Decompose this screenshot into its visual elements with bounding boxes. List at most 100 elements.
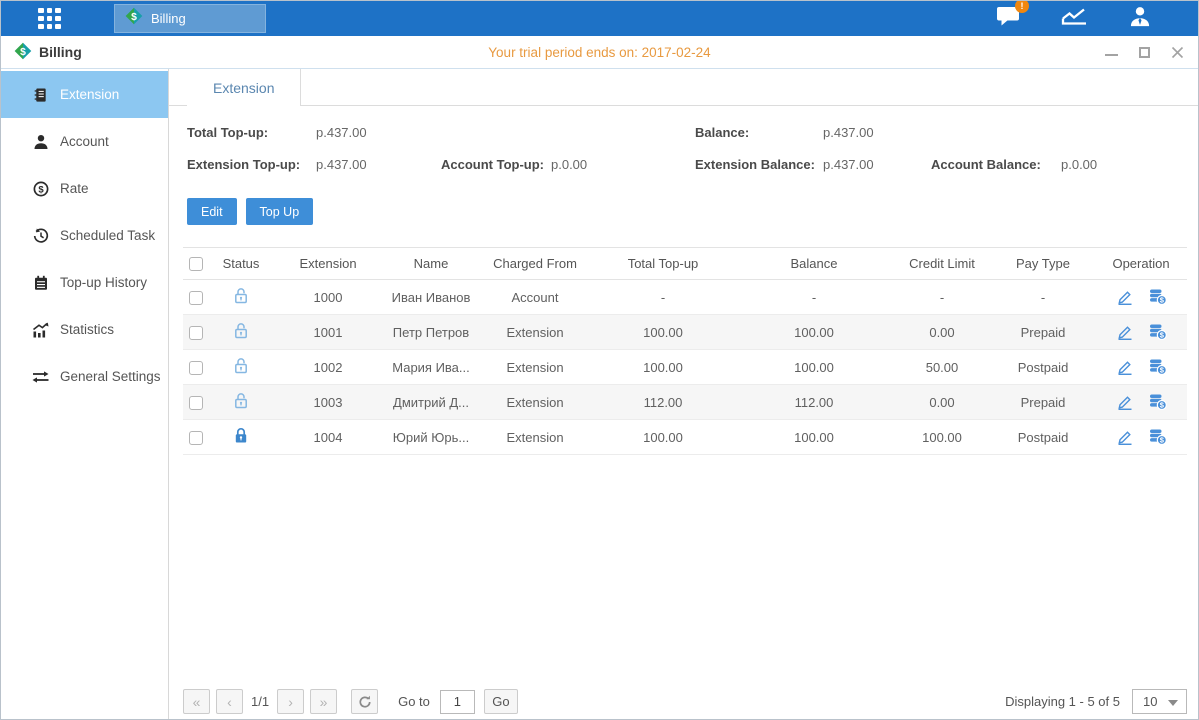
user-account-icon[interactable] [1128,5,1152,33]
credit-limit-cell: 0.00 [893,395,991,410]
sidebar: Extension Account $RateScheduled TaskTop-u… [1,69,169,720]
svg-text:$: $ [131,12,137,23]
page-indicator: 1/1 [251,694,269,709]
close-button[interactable] [1170,45,1184,59]
extension-balance-label: Extension Balance: [695,157,823,172]
minimize-button[interactable] [1104,45,1118,59]
topup-icon[interactable]: $ [1149,359,1167,375]
sidebar-item-label: Statistics [60,322,114,337]
sidebar-item-extension[interactable]: Extension [1,71,168,118]
edit-icon[interactable] [1116,359,1134,375]
svg-text:$: $ [20,46,26,57]
balance-cell: 100.00 [735,325,893,340]
sidebar-item-label: Extension [60,87,119,102]
name-cell: Мария Ива... [383,360,479,375]
extension-cell: 1002 [273,360,383,375]
balance-label: Balance: [695,125,823,140]
col-pay-type: Pay Type [991,256,1095,271]
row-checkbox-cell [183,394,209,410]
total-topup-cell: 112.00 [591,395,735,410]
row-checkbox-cell [183,429,209,445]
sidebar-item-top-up-history[interactable]: Top-up History [1,259,168,306]
edit-icon[interactable] [1116,394,1134,410]
row-checkbox[interactable] [189,396,203,410]
clock-history-icon [32,228,49,244]
total-topup-cell: - [591,290,735,305]
calendar-icon [32,275,49,291]
total-topup-label: Total Top-up: [187,125,316,140]
charged-from-cell: Extension [479,325,591,340]
messages-icon[interactable]: ! [996,5,1021,32]
topup-icon[interactable]: $ [1149,324,1167,340]
account-topup-label: Account Top-up: [441,157,551,172]
taskbar-tab-billing[interactable]: $ Billing [114,4,266,33]
row-checkbox[interactable] [189,291,203,305]
name-cell: Петр Петров [383,325,479,340]
billing-app-icon: $ [14,42,32,63]
row-checkbox[interactable] [189,326,203,340]
total-topup-cell: 100.00 [591,430,735,445]
line-chart-icon [1061,6,1088,31]
topbar-right-icons: ! [996,1,1152,36]
edit-icon[interactable] [1116,429,1134,445]
refresh-button[interactable] [351,689,378,714]
edit-button[interactable]: Edit [187,198,237,225]
apps-grid-icon[interactable] [38,8,61,29]
total-topup-cell: 100.00 [591,360,735,375]
top-up-button[interactable]: Top Up [246,198,314,225]
sidebar-item-account[interactable]: Account [1,118,168,165]
operation-cell: $ [1095,324,1187,340]
topup-icon[interactable]: $ [1149,394,1167,410]
reports-chart-icon[interactable] [1061,6,1088,31]
operation-cell: $ [1095,429,1187,445]
notification-badge: ! [1015,0,1029,13]
locked-icon [233,432,249,447]
col-total-topup: Total Top-up [591,256,735,271]
last-page-button[interactable]: » [310,689,337,714]
page-size-select[interactable]: 10 [1132,689,1187,714]
edit-icon[interactable] [1116,324,1134,340]
topup-icon[interactable]: $ [1149,289,1167,305]
window-controls [1104,36,1184,68]
charged-from-cell: Extension [479,360,591,375]
next-page-button[interactable]: › [277,689,304,714]
prev-page-button[interactable]: ‹ [216,689,243,714]
go-button[interactable]: Go [484,689,518,714]
table-row: 1004Юрий Юрь...Extension100.00100.00100.… [183,420,1187,455]
col-charged-from: Charged From [479,256,591,271]
extension-cell: 1001 [273,325,383,340]
status-cell [209,322,273,342]
col-name: Name [383,256,479,271]
unlocked-icon [233,327,249,342]
goto-page-input[interactable] [440,690,475,714]
operation-cell: $ [1095,359,1187,375]
sidebar-item-general-settings[interactable]: General Settings [1,353,168,400]
tab-extension[interactable]: Extension [187,69,301,106]
table-body: 1000Иван ИвановAccount----$1001Петр Петр… [183,280,1187,455]
topup-icon[interactable]: $ [1149,429,1167,445]
table-row: 1000Иван ИвановAccount----$ [183,280,1187,315]
sidebar-item-rate[interactable]: $Rate [1,165,168,212]
row-checkbox[interactable] [189,431,203,445]
svg-text:$: $ [38,184,44,195]
balance-cell: 100.00 [735,430,893,445]
person-icon [32,134,49,150]
extension-topup-value: p.437.00 [316,157,441,172]
pay-type-cell: Prepaid [991,325,1095,340]
row-checkbox-cell [183,289,209,305]
first-page-button[interactable]: « [183,689,210,714]
ledger-icon [32,87,49,103]
unlocked-icon [233,292,249,307]
unlocked-icon [233,362,249,377]
edit-icon[interactable] [1116,289,1134,305]
total-topup-cell: 100.00 [591,325,735,340]
sidebar-item-label: Account [60,134,109,149]
sidebar-item-statistics[interactable]: Statistics [1,306,168,353]
maximize-button[interactable] [1137,45,1151,59]
sidebar-item-scheduled-task[interactable]: Scheduled Task [1,212,168,259]
person-icon [1128,5,1152,33]
row-checkbox[interactable] [189,361,203,375]
tab-extension-label: Extension [213,80,274,96]
stats-icon [32,322,49,338]
select-all-checkbox[interactable] [189,257,203,271]
